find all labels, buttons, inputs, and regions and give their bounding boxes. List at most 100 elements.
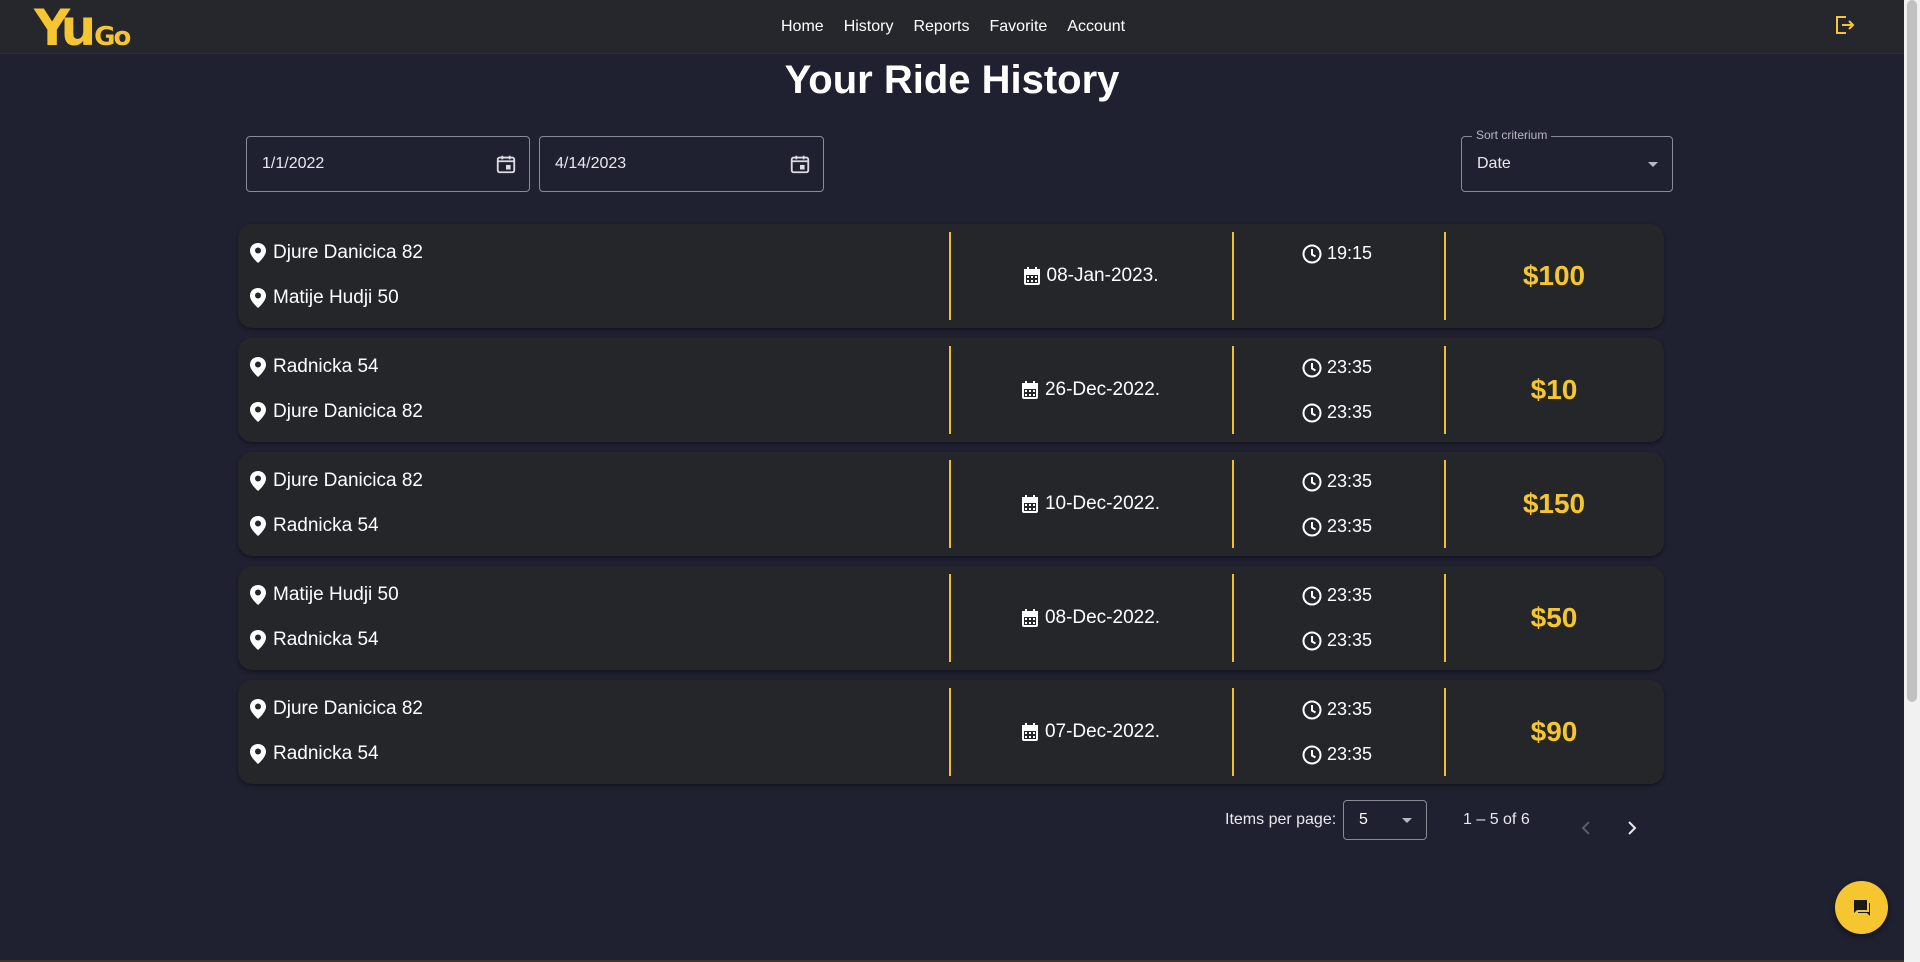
ride-start-time: 23:35 [1302,699,1372,720]
clock-icon [1302,244,1322,263]
main-nav: Home History Reports Favorite Account [781,0,1125,54]
top-navbar: Yu Go Home History Reports Favorite Accou… [0,0,1904,54]
page-range: 1 – 5 of 6 [1463,811,1530,828]
scrollbar[interactable] [1904,0,1920,962]
ride-card[interactable]: Djure Danicica 82 Radnicka 54 10-Dec-2022.… [238,452,1664,556]
ride-end-time: 23:35 [1302,516,1372,537]
ride-from-text: Matije Hudji 50 [273,584,399,605]
page-title: Your Ride History [784,58,1120,102]
ride-start-time: 23:35 [1302,471,1372,492]
sort-select[interactable]: Sort criterium Date [1461,128,1673,192]
nav-favorite[interactable]: Favorite [990,18,1048,36]
ride-price: $50 [1530,602,1578,633]
ride-date-text: 07-Dec-2022. [1044,721,1161,742]
nav-home[interactable]: Home [781,18,824,36]
end-date-value: 4/14/2023 [555,155,627,172]
ride-card[interactable]: Matije Hudji 50 Radnicka 54 08-Dec-2022. 23… [238,566,1664,670]
ride-to-text: Radnicka 54 [273,629,379,650]
ride-date: 08-Dec-2022. [949,566,1232,670]
ride-start-time-text: 23:35 [1327,471,1373,491]
ride-start-time-text: 23:35 [1327,585,1373,605]
divider [1232,574,1234,662]
sort-value: Date [1477,155,1511,172]
ride-start-time-text: 19:15 [1327,243,1373,263]
ride-start-time: 23:35 [1302,585,1372,606]
clock-icon [1302,517,1322,536]
divider [1232,688,1234,776]
divider [1232,232,1234,320]
ride-end-time-text: 23:35 [1327,402,1373,422]
calendar-icon [1023,267,1040,285]
ride-to: Radnicka 54 [250,743,379,765]
items-per-page-select[interactable]: 5 [1343,800,1427,840]
ride-date-text: 10-Dec-2022. [1044,493,1161,514]
ride-from: Djure Danicica 82 [250,470,423,492]
sort-label: Sort criterium [1472,128,1552,142]
ride-date: 10-Dec-2022. [949,452,1232,556]
ride-to: Radnicka 54 [250,629,379,651]
ride-to: Djure Danicica 82 [250,401,423,423]
next-page-icon[interactable] [1620,816,1644,840]
location-pin-icon [250,402,266,422]
scrollbar-thumb[interactable] [1907,0,1917,702]
ride-end-time-text: 23:35 [1327,516,1373,536]
clock-icon [1302,358,1322,377]
ride-date: 08-Jan-2023. [949,224,1232,328]
location-pin-icon [250,471,266,491]
ride-start-time: 19:15 [1302,243,1372,264]
location-pin-icon [250,516,266,536]
ride-end-time: 23:35 [1302,402,1372,423]
ride-date-text: 08-Jan-2023. [1046,265,1159,286]
ride-date-text: 08-Dec-2022. [1044,607,1161,628]
calendar-icon[interactable] [495,153,517,175]
calendar-icon [1021,381,1038,399]
ride-to-text: Djure Danicica 82 [273,401,423,422]
chevron-down-icon [1648,162,1658,167]
location-pin-icon [250,744,266,764]
end-date-field[interactable]: 4/14/2023 [539,136,824,192]
location-pin-icon [250,288,266,308]
ride-card[interactable]: Djure Danicica 82 Radnicka 54 07-Dec-2022.… [238,680,1664,784]
location-pin-icon [250,357,266,377]
clock-icon [1302,631,1322,650]
divider [1232,460,1234,548]
ride-from: Matije Hudji 50 [250,584,399,606]
ride-start-time-text: 23:35 [1327,357,1373,377]
calendar-icon [1021,495,1038,513]
calendar-icon[interactable] [789,153,811,175]
start-date-field[interactable]: 1/1/2022 [246,136,530,192]
calendar-icon [1021,723,1038,741]
nav-account[interactable]: Account [1067,18,1125,36]
items-per-page-label: Items per page: [1225,811,1337,828]
ride-start-time: 23:35 [1302,357,1372,378]
location-pin-icon [250,243,266,263]
ride-price: $150 [1522,488,1586,519]
divider [1232,346,1234,434]
ride-from-text: Djure Danicica 82 [273,470,423,491]
clock-icon [1302,700,1322,719]
ride-to-text: Matije Hudji 50 [273,287,399,308]
ride-from-text: Djure Danicica 82 [273,698,423,719]
ride-start-time-text: 23:35 [1327,699,1373,719]
ride-date: 26-Dec-2022. [949,338,1232,442]
ride-end-time: 23:35 [1302,630,1372,651]
ride-end-time-text: 23:35 [1327,744,1373,764]
ride-to-text: Radnicka 54 [273,743,379,764]
nav-reports[interactable]: Reports [913,18,969,36]
ride-price: $90 [1530,716,1578,747]
ride-card[interactable]: Djure Danicica 82 Matije Hudji 50 08-Jan-2… [238,224,1664,328]
yugo-logo[interactable]: Yu Go [34,2,134,53]
location-pin-icon [250,585,266,605]
previous-page-icon[interactable] [1574,816,1598,840]
ride-date: 07-Dec-2022. [949,680,1232,784]
nav-history[interactable]: History [844,18,894,36]
ride-card[interactable]: Radnicka 54 Djure Danicica 82 26-Dec-2022.… [238,338,1664,442]
clock-icon [1302,586,1322,605]
chat-button[interactable] [1835,881,1888,934]
ride-from: Djure Danicica 82 [250,698,423,720]
clock-icon [1302,403,1322,422]
location-pin-icon [250,630,266,650]
logout-icon[interactable] [1832,13,1856,37]
clock-icon [1302,472,1322,491]
ride-date-text: 26-Dec-2022. [1044,379,1161,400]
